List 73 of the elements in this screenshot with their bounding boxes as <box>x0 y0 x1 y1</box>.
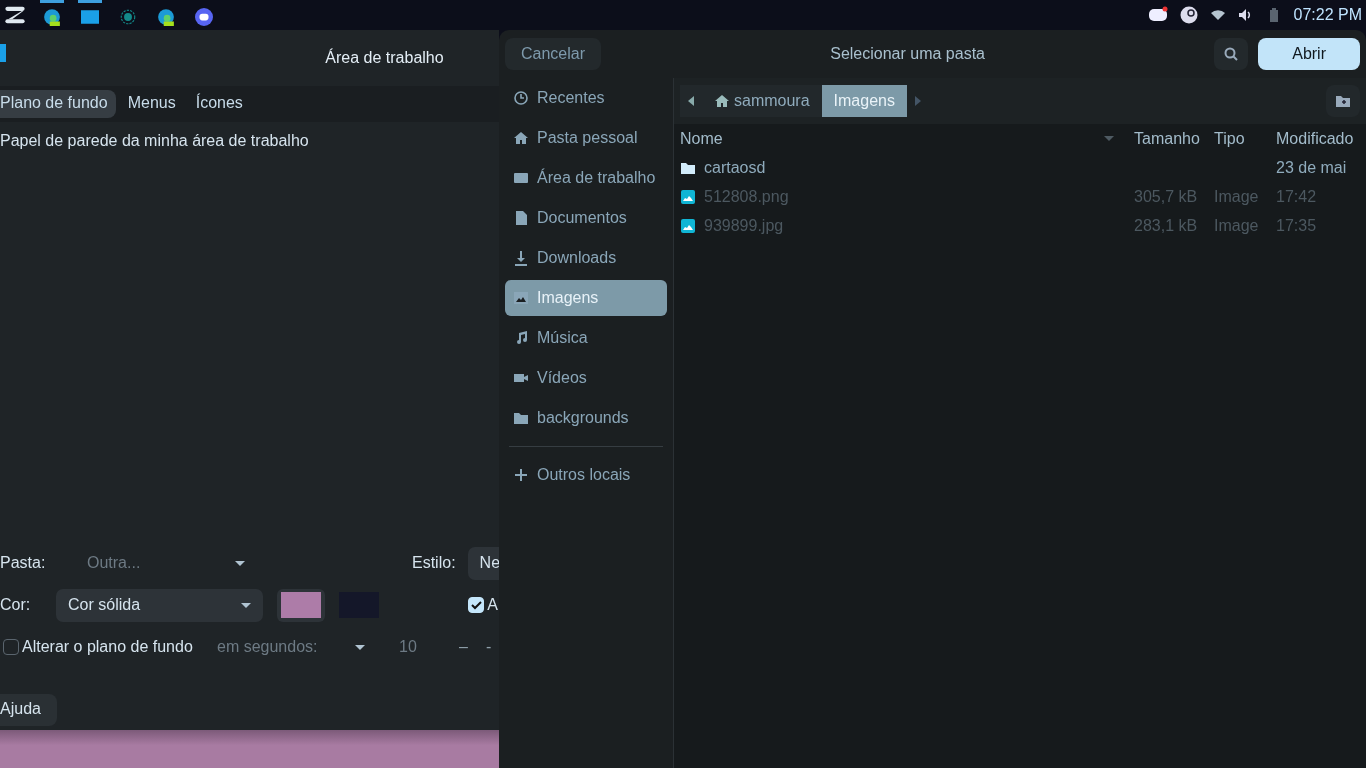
sidebar-item[interactable]: Recentes <box>505 80 667 116</box>
checkbox-label: Alterar o plano de fundo <box>22 638 194 656</box>
new-folder-button[interactable] <box>1326 85 1360 117</box>
clock: 07:22 PM <box>1293 6 1362 24</box>
circle-icon <box>119 7 137 26</box>
field-label: Estilo: <box>412 554 456 572</box>
sidebar-item[interactable]: Documentos <box>505 200 667 236</box>
style-dropdown[interactable]: Ne <box>467 546 499 580</box>
column-header[interactable]: Nome <box>680 129 723 148</box>
column-header[interactable]: Tipo <box>1214 129 1276 148</box>
tab[interactable]: Plano de fundo <box>0 90 116 118</box>
file-row[interactable]: cartaosd 23 de mai <box>674 153 1366 182</box>
image-file-icon <box>680 188 696 205</box>
sidebar-item[interactable]: backgrounds <box>505 400 667 436</box>
search-button[interactable] <box>1214 38 1249 70</box>
browser-icon <box>43 7 61 26</box>
search-icon <box>1224 47 1239 61</box>
color-button[interactable] <box>277 588 325 622</box>
image-file-icon <box>680 217 696 234</box>
home-icon <box>513 130 529 146</box>
file-type: Image <box>1214 216 1260 235</box>
spin-button[interactable]: - <box>485 638 492 656</box>
plus-icon <box>513 467 529 483</box>
home-icon <box>714 93 730 109</box>
tab[interactable]: Ícones <box>187 90 251 118</box>
interval-dropdown[interactable]: em segundos: <box>217 630 377 664</box>
section-heading: Papel de parede da minha área de trabalho <box>0 131 310 151</box>
file-modified: 17:42 <box>1276 187 1318 206</box>
document-icon <box>513 210 529 226</box>
sidebar-item[interactable]: Vídeos <box>505 360 667 396</box>
back-button[interactable] <box>680 85 702 117</box>
file-modified: 23 de mai <box>1276 158 1348 177</box>
checkbox-label: A <box>487 596 498 614</box>
window-title: Área de trabalho <box>325 49 444 67</box>
right-arrow-icon <box>914 96 921 106</box>
file-name: 512808.png <box>704 187 789 206</box>
clock-icon <box>513 90 529 106</box>
left-arrow-icon <box>688 96 694 106</box>
new-folder-icon <box>1336 95 1350 107</box>
browser-icon <box>157 7 175 26</box>
column-header[interactable]: Modificado <box>1276 129 1360 148</box>
file-size: 283,1 kB <box>1134 216 1199 235</box>
sidebar-item[interactable]: Área de trabalho <box>505 160 667 196</box>
app-icon <box>0 44 6 62</box>
field-label: Pasta: <box>0 554 47 572</box>
menu-logo-icon <box>4 4 26 26</box>
download-icon <box>513 250 529 266</box>
dialog-title: Selecionar uma pasta <box>829 45 986 63</box>
file-name: 939899.jpg <box>704 216 784 235</box>
sidebar-item[interactable]: Música <box>505 320 667 356</box>
color-dropdown[interactable]: Cor sólida <box>56 588 263 622</box>
file-modified: 17:35 <box>1276 216 1318 235</box>
folder-icon <box>513 410 529 426</box>
path-button[interactable]: sammoura <box>702 85 822 117</box>
column-header[interactable]: Tamanho <box>1134 129 1214 148</box>
image-icon <box>513 290 529 306</box>
help-button[interactable]: Ajuda <box>0 694 57 726</box>
file-size: 305,7 kB <box>1134 187 1199 206</box>
sidebar-item[interactable]: Outros locais <box>505 457 667 493</box>
cancel-button[interactable]: Cancelar <box>505 38 602 70</box>
spin-value: 10 <box>399 638 418 656</box>
window-icon <box>81 7 99 26</box>
sidebar-item[interactable]: Pasta pessoal <box>505 120 667 156</box>
checkbox[interactable] <box>3 639 19 655</box>
desktop-icon <box>513 170 529 186</box>
tab[interactable]: Menus <box>119 90 184 118</box>
open-button[interactable]: Abrir <box>1258 38 1360 70</box>
sidebar-item[interactable]: Downloads <box>505 240 667 276</box>
file-name: cartaosd <box>704 158 766 177</box>
field-label: Cor: <box>0 596 32 614</box>
wifi-icon <box>1209 7 1226 23</box>
spin-button[interactable]: – <box>459 638 468 656</box>
file-type: Image <box>1214 187 1260 206</box>
